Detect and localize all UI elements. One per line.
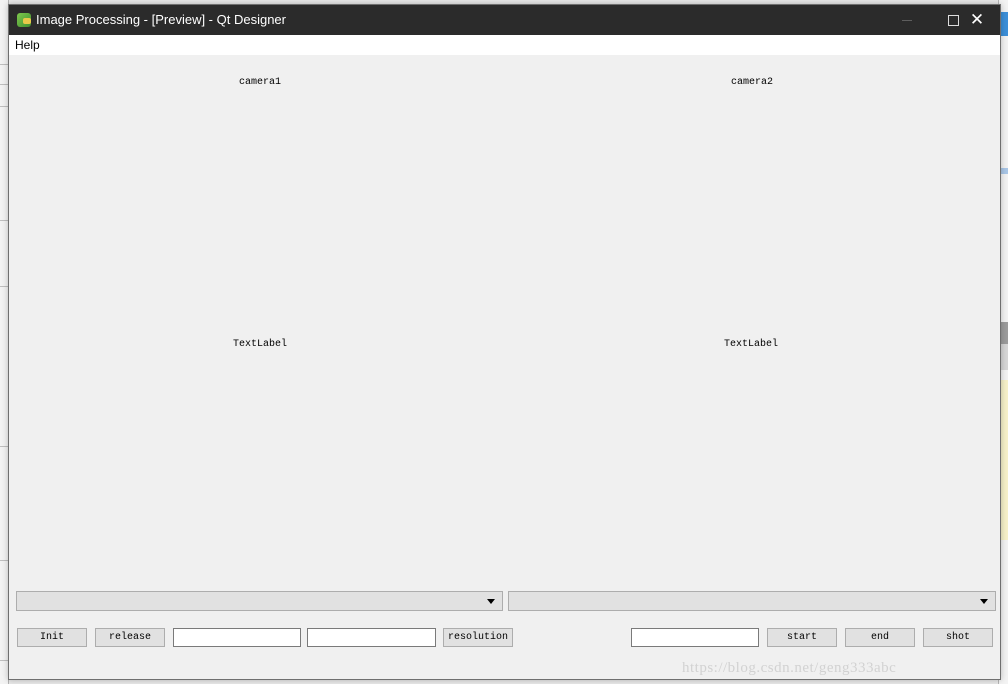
init-button[interactable]: Init [17, 628, 87, 647]
close-icon: ✕ [969, 10, 985, 29]
release-button[interactable]: release [95, 628, 165, 647]
shot-button[interactable]: shot [923, 628, 993, 647]
camera2-label: camera2 [731, 77, 774, 88]
end-button[interactable]: end [845, 628, 915, 647]
width-input[interactable] [173, 628, 301, 647]
title-bar[interactable]: Image Processing - [Preview] - Qt Design… [9, 5, 1000, 35]
camera1-combobox[interactable] [16, 591, 503, 611]
filename-input[interactable] [631, 628, 759, 647]
height-input[interactable] [307, 628, 436, 647]
watermark-text: https://blog.csdn.net/geng333abc [682, 660, 897, 676]
window-title: Image Processing - [Preview] - Qt Design… [36, 12, 286, 27]
close-button[interactable]: ✕ [954, 5, 1000, 35]
camera2-combobox[interactable] [508, 591, 996, 611]
qt-designer-app-icon [17, 13, 31, 27]
minimize-button[interactable] [884, 5, 930, 35]
qt-designer-preview-window: Image Processing - [Preview] - Qt Design… [8, 4, 1001, 680]
camera1-label: camera1 [239, 77, 282, 88]
camera1-image-label: TextLabel [233, 339, 288, 350]
resolution-button[interactable]: resolution [443, 628, 513, 647]
start-button[interactable]: start [767, 628, 837, 647]
dropdown-arrow-icon [980, 599, 988, 604]
minimize-icon [902, 19, 912, 21]
dropdown-arrow-icon [487, 599, 495, 604]
menu-bar: Help [9, 35, 1000, 55]
menu-help[interactable]: Help [15, 38, 40, 52]
camera2-image-label: TextLabel [724, 339, 779, 350]
